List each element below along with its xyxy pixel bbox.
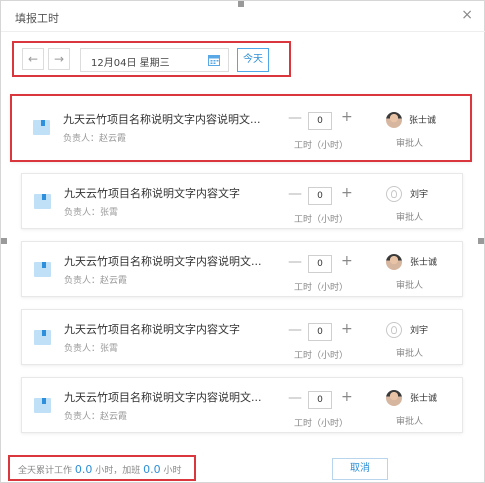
- next-day-button[interactable]: →: [48, 48, 70, 70]
- hours-unit-label: 工时（小时）: [294, 141, 349, 151]
- task-card: 九天云竹项目名称说明文字内容说明文... 负责人：赵云霞 — 0 + 工时（小时） 张士诚审…: [10, 94, 472, 162]
- summary-prefix: 全天累计工作: [18, 466, 73, 476]
- project-icon: [34, 330, 51, 345]
- summary-text: 全天累计工作 0.0 小时，加班 0.0 小时: [18, 463, 182, 476]
- decrease-hours-button[interactable]: —: [288, 390, 302, 406]
- approver-avatar: [386, 322, 402, 338]
- increase-hours-button[interactable]: +: [341, 389, 353, 405]
- project-owner: 负责人：张霄: [64, 208, 119, 218]
- decrease-hours-button[interactable]: —: [288, 322, 302, 338]
- project-name: 九天云竹项目名称说明文字内容文字: [64, 187, 240, 200]
- dialog-title: 填报工时: [15, 12, 59, 25]
- project-name: 九天云竹项目名称说明文字内容说明文...: [63, 113, 261, 126]
- project-owner: 负责人：赵云霞: [64, 412, 128, 422]
- prev-day-button[interactable]: ←: [22, 48, 44, 70]
- today-button[interactable]: 今天: [237, 48, 269, 72]
- project-owner: 负责人：赵云霞: [64, 276, 128, 286]
- approver-avatar: [386, 390, 402, 406]
- decrease-hours-button[interactable]: —: [288, 110, 302, 126]
- close-icon[interactable]: ×: [461, 7, 473, 23]
- project-icon: [34, 398, 51, 413]
- task-card: 九天云竹项目名称说明文字内容文字 负责人：张霄 — 0 + 工时（小时） 刘宇审批人: [21, 173, 463, 229]
- work-hours-value: 0.0: [74, 463, 93, 476]
- increase-hours-button[interactable]: +: [341, 321, 353, 337]
- project-icon: [34, 194, 51, 209]
- daily-summary: 全天累计工作 0.0 小时，加班 0.0 小时: [8, 455, 196, 481]
- project-owner: 负责人：张霄: [64, 344, 119, 354]
- overtime-hours-value: 0.0: [143, 463, 161, 476]
- decrease-hours-button[interactable]: —: [288, 254, 302, 270]
- approver-avatar: [386, 254, 402, 270]
- hours-input[interactable]: 0: [308, 112, 332, 130]
- decrease-hours-button[interactable]: —: [288, 186, 302, 202]
- approver-name: 刘宇: [410, 326, 429, 336]
- project-name: 九天云竹项目名称说明文字内容说明文...: [64, 255, 262, 268]
- date-picker-field[interactable]: 12月04日 星期三: [80, 48, 229, 72]
- approver-name: 张士诚: [410, 394, 438, 404]
- resize-handle-left[interactable]: [1, 238, 7, 244]
- fill-hours-dialog: 填报工时 × ← → 12月04日 星期三 今天 九天云竹项目名称说明文字内容说…: [0, 0, 485, 483]
- date-value: 12月04日 星期三: [91, 58, 170, 69]
- task-card: 九天云竹项目名称说明文字内容说明文... 负责人：赵云霞 — 0 + 工时（小时） 张士诚审…: [21, 241, 463, 297]
- hours-input[interactable]: 0: [308, 255, 332, 273]
- resize-handle-top[interactable]: [238, 1, 244, 7]
- increase-hours-button[interactable]: +: [341, 253, 353, 269]
- resize-handle-right[interactable]: [478, 238, 484, 244]
- approver-label: 审批人: [396, 417, 424, 427]
- calendar-icon[interactable]: [208, 54, 220, 66]
- hours-unit-label: 工时（小时）: [294, 351, 349, 361]
- project-icon: [33, 120, 50, 135]
- approver-name: 张士诚: [409, 116, 437, 126]
- hours-unit-label: 工时（小时）: [294, 283, 349, 293]
- increase-hours-button[interactable]: +: [341, 185, 353, 201]
- task-card: 九天云竹项目名称说明文字内容说明文... 负责人：赵云霞 — 0 + 工时（小时） 张士诚审…: [21, 377, 463, 433]
- hours-input[interactable]: 0: [308, 323, 332, 341]
- project-name: 九天云竹项目名称说明文字内容说明文...: [64, 391, 262, 404]
- approver-name: 刘宇: [410, 190, 429, 200]
- hours-unit-label: 工时（小时）: [294, 215, 349, 225]
- project-icon: [34, 262, 51, 277]
- date-toolbar: ← → 12月04日 星期三 今天: [12, 41, 291, 77]
- project-owner: 负责人：赵云霞: [63, 134, 127, 144]
- approver-label: 审批人: [396, 213, 424, 223]
- hours-input[interactable]: 0: [308, 391, 332, 409]
- hours-input[interactable]: 0: [308, 187, 332, 205]
- approver-avatar: [386, 112, 402, 128]
- approver-name: 张士诚: [410, 258, 438, 268]
- approver-label: 审批人: [396, 139, 424, 149]
- approver-avatar: [386, 186, 402, 202]
- summary-mid: 小时，加班: [95, 466, 141, 476]
- hours-unit-label: 工时（小时）: [294, 419, 349, 429]
- approver-label: 审批人: [396, 349, 424, 359]
- project-name: 九天云竹项目名称说明文字内容文字: [64, 323, 240, 336]
- cancel-button[interactable]: 取消: [332, 458, 388, 480]
- summary-suffix: 小时: [163, 466, 182, 476]
- increase-hours-button[interactable]: +: [341, 109, 353, 125]
- approver-label: 审批人: [396, 281, 424, 291]
- task-card: 九天云竹项目名称说明文字内容文字 负责人：张霄 — 0 + 工时（小时） 刘宇审批人: [21, 309, 463, 365]
